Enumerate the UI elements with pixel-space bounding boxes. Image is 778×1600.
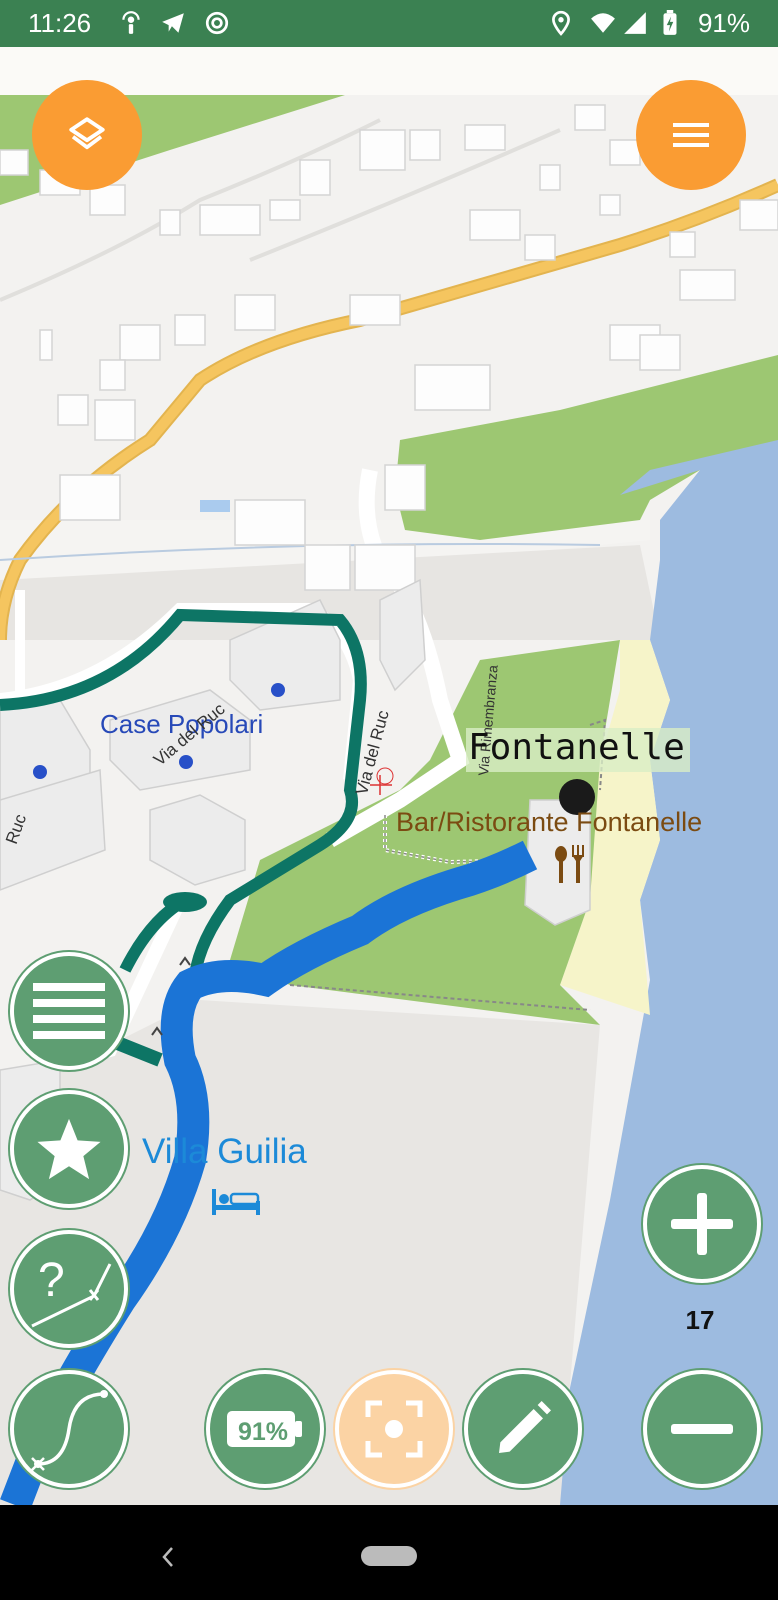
location-icon <box>552 10 570 36</box>
system-nav-bar <box>0 1505 778 1600</box>
zoom-level-label: 17 <box>685 1305 715 1335</box>
home-pill[interactable] <box>361 1546 417 1566</box>
minus-icon <box>671 1424 733 1434</box>
route-planner-button[interactable] <box>10 1370 128 1488</box>
battery-icon <box>663 10 677 35</box>
map-label-fontanelle: Fontanelle <box>468 727 685 768</box>
favorites-button[interactable] <box>10 1090 128 1208</box>
zoom-in-button[interactable] <box>643 1165 761 1283</box>
at-icon <box>205 11 229 35</box>
main-menu-button[interactable] <box>636 80 746 190</box>
pencil-icon <box>499 1401 551 1453</box>
restaurant-icon <box>555 845 584 883</box>
edit-button[interactable] <box>464 1370 582 1488</box>
map-label-villa-guilia: Villa Guilia <box>142 1132 307 1171</box>
plus-icon <box>671 1193 733 1255</box>
svg-text:?: ? <box>38 1254 65 1307</box>
signal-icon <box>624 12 646 34</box>
focus-target-icon <box>365 1400 423 1458</box>
battery-button-label: 91% <box>237 1418 289 1446</box>
help-route-button[interactable]: ? <box>10 1230 128 1348</box>
hotel-bed-icon <box>212 1189 260 1215</box>
map-label-bar-ristorante: Bar/Ristorante Fontanelle <box>396 807 703 837</box>
menu-list-button[interactable] <box>10 952 128 1070</box>
status-time: 11:26 <box>28 8 92 38</box>
star-icon <box>37 1118 101 1180</box>
status-bar: 11:26 91% <box>0 0 778 47</box>
layers-icon <box>69 117 105 150</box>
wifi-icon <box>591 13 615 33</box>
status-battery-percent: 91% <box>697 8 750 38</box>
recenter-location-button[interactable] <box>335 1370 453 1488</box>
list-menu-icon <box>33 983 105 1039</box>
zoom-out-button[interactable] <box>643 1370 761 1488</box>
back-chevron-icon[interactable] <box>160 1545 176 1569</box>
battery-status-button[interactable]: 91% <box>206 1370 324 1488</box>
telegram-icon <box>162 13 184 33</box>
route-curve-icon <box>31 1390 108 1471</box>
podcast-icon <box>122 11 140 34</box>
question-route-icon: ? <box>31 1254 112 1328</box>
hamburger-menu-icon <box>673 123 709 147</box>
layers-button[interactable] <box>32 80 142 190</box>
